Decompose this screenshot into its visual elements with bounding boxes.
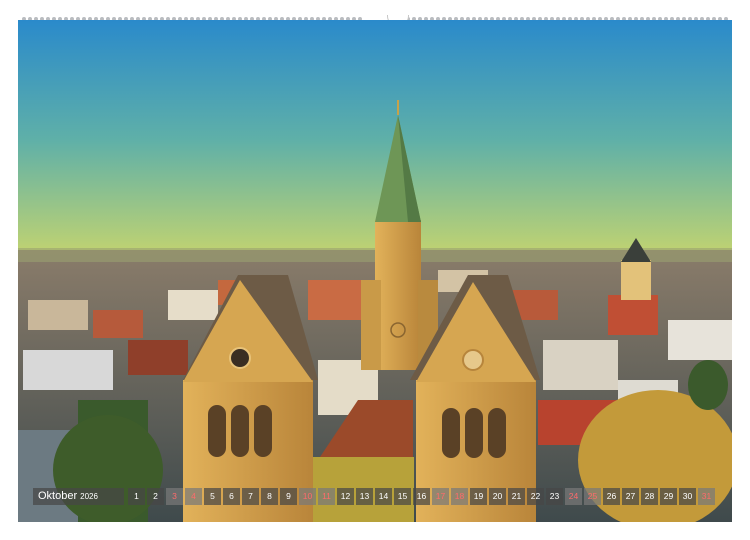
day-cell: 8 bbox=[261, 488, 278, 505]
day-cell: 30 bbox=[679, 488, 696, 505]
tree bbox=[688, 360, 728, 410]
day-cell: 27 bbox=[622, 488, 639, 505]
day-cell: 5 bbox=[204, 488, 221, 505]
day-cell: 12 bbox=[337, 488, 354, 505]
day-cell: 23 bbox=[546, 488, 563, 505]
day-cell: 21 bbox=[508, 488, 525, 505]
day-cell: 19 bbox=[470, 488, 487, 505]
day-cell: 25 bbox=[584, 488, 601, 505]
day-cell: 3 bbox=[166, 488, 183, 505]
month-name: Oktober bbox=[38, 490, 78, 502]
month-label: Oktober 2026 bbox=[33, 488, 124, 505]
day-cell: 18 bbox=[451, 488, 468, 505]
day-cell: 22 bbox=[527, 488, 544, 505]
day-list: 1 2 3 4 5 6 7 8 9 10 11 12 13 14 15 16 17 18 19 20 21 22 23 24 2… bbox=[126, 488, 715, 505]
year: 2026 bbox=[80, 492, 98, 501]
day-cell: 16 bbox=[413, 488, 430, 505]
day-cell: 17 bbox=[432, 488, 449, 505]
day-cell: 20 bbox=[489, 488, 506, 505]
day-cell: 11 bbox=[318, 488, 335, 505]
day-cell: 4 bbox=[185, 488, 202, 505]
day-cell: 1 bbox=[128, 488, 145, 505]
day-cell: 29 bbox=[660, 488, 677, 505]
day-cell: 15 bbox=[394, 488, 411, 505]
day-cell: 10 bbox=[299, 488, 316, 505]
calendar-strip: Oktober 2026 1 2 3 4 5 6 7 8 9 10 11 12 13 14 15 16 17 18… bbox=[33, 488, 715, 505]
day-cell: 7 bbox=[242, 488, 259, 505]
day-cell: 28 bbox=[641, 488, 658, 505]
day-cell: 9 bbox=[280, 488, 297, 505]
day-cell: 31 bbox=[698, 488, 715, 505]
day-cell: 2 bbox=[147, 488, 164, 505]
day-cell: 24 bbox=[565, 488, 582, 505]
day-cell: 26 bbox=[603, 488, 620, 505]
cathedral-photo bbox=[18, 20, 732, 522]
day-cell: 14 bbox=[375, 488, 392, 505]
tree bbox=[53, 415, 163, 522]
day-cell: 13 bbox=[356, 488, 373, 505]
day-cell: 6 bbox=[223, 488, 240, 505]
